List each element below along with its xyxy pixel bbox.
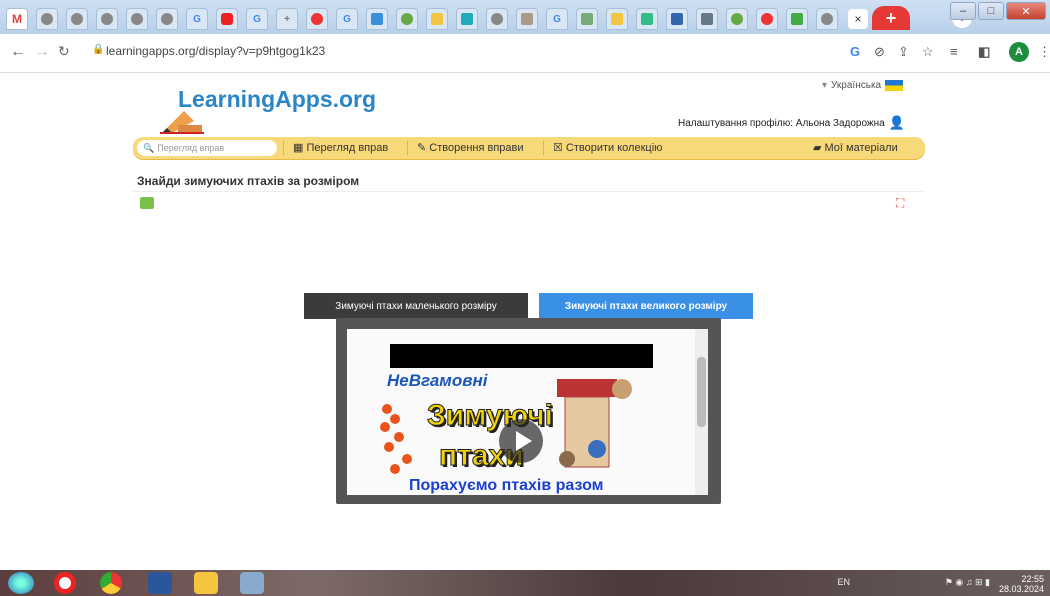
scrollbar[interactable]	[695, 329, 708, 495]
divider	[283, 141, 284, 155]
lock-icon[interactable]: 🔒	[92, 44, 104, 55]
browser-tab[interactable]	[396, 8, 418, 30]
tray-icons[interactable]: ⚑ ◉ ♫ ⊞ ▮	[945, 577, 990, 588]
tab-large-birds[interactable]: Зимуючі птахи великого розміру	[539, 293, 753, 319]
reading-list-icon[interactable]: ≡	[950, 44, 958, 59]
start-button[interactable]	[8, 572, 34, 594]
browser-tab[interactable]	[786, 8, 808, 30]
edit-icon[interactable]	[140, 197, 154, 209]
browser-tab[interactable]	[306, 8, 328, 30]
video-embed[interactable]: НеВгамовні Зимуючі птахи Порахуємо птахі…	[347, 329, 708, 495]
video-title-bar	[390, 344, 653, 368]
browser-tab[interactable]	[666, 8, 688, 30]
chrome-icon[interactable]	[100, 572, 122, 594]
browser-tab[interactable]	[156, 8, 178, 30]
video-subtitle: Порахуємо птахів разом	[409, 477, 604, 494]
user-icon: 👤	[888, 115, 905, 130]
browser-tab-strip: M G G + G G × + ⌄ – □ ✕	[0, 0, 1050, 34]
new-tab-button[interactable]: +	[872, 6, 910, 30]
nav-create-app[interactable]: ✎ Створення вправи	[417, 141, 524, 154]
browser-tab[interactable]	[66, 8, 88, 30]
search-input[interactable]: 🔍 Перегляд вправ	[137, 140, 277, 156]
nav-collection-label: Створити колекцію	[565, 142, 663, 154]
browser-tab[interactable]	[126, 8, 148, 30]
browser-tab[interactable]	[96, 8, 118, 30]
google-tab[interactable]: G	[246, 8, 268, 30]
divider	[407, 141, 408, 155]
bird-feeder-image	[557, 379, 632, 468]
taskbar: EN ⚑ ◉ ♫ ⊞ ▮ 22:55 28.03.2024	[0, 570, 1050, 596]
close-tab-icon[interactable]: ×	[848, 9, 868, 29]
browser-tab[interactable]	[486, 8, 508, 30]
window-controls: – □ ✕	[950, 2, 1046, 20]
browser-tab[interactable]	[756, 8, 778, 30]
nav-materials-label: Мої матеріали	[824, 142, 898, 154]
browser-tab[interactable]	[516, 8, 538, 30]
browser-tab[interactable]: +	[276, 8, 298, 30]
nav-browse-apps[interactable]: ▦ Перегляд вправ	[293, 141, 388, 154]
address-bar[interactable]: learningapps.org/display?v=p9htgog1k23	[106, 44, 325, 58]
opera-icon[interactable]	[54, 572, 76, 594]
app-window-icon[interactable]	[240, 572, 264, 594]
browser-toolbar: ← → ↻ 🔒 learningapps.org/display?v=p9htg…	[0, 34, 1050, 73]
play-button[interactable]	[499, 419, 543, 463]
nav-my-materials[interactable]: ▰ Мої матеріали	[813, 141, 898, 154]
gmail-tab[interactable]: M	[6, 8, 28, 30]
browser-tab[interactable]	[456, 8, 478, 30]
browser-tab[interactable]	[426, 8, 448, 30]
fullscreen-icon[interactable]: ⛶	[896, 196, 904, 211]
word-icon[interactable]	[148, 572, 172, 594]
divider	[543, 141, 544, 155]
menu-icon[interactable]: ⋮	[1038, 44, 1050, 60]
tab-small-birds[interactable]: Зимуючі птахи маленького розміру	[304, 293, 528, 319]
language-selector[interactable]: ▾ Українська	[822, 80, 904, 91]
profile-avatar[interactable]: A	[1009, 42, 1029, 62]
minimize-button[interactable]: –	[950, 2, 976, 20]
browser-tab[interactable]	[366, 8, 388, 30]
page-title: Знайди зимуючих птахів за розміром	[137, 174, 360, 188]
search-icon: 🔍	[143, 142, 155, 153]
browser-tab[interactable]	[636, 8, 658, 30]
google-tab[interactable]: G	[186, 8, 208, 30]
browser-tab[interactable]	[36, 8, 58, 30]
search-placeholder: Перегляд вправ	[157, 143, 225, 153]
google-tab[interactable]: G	[336, 8, 358, 30]
ukraine-flag-icon	[885, 80, 904, 91]
browser-tab[interactable]	[816, 8, 838, 30]
share-icon[interactable]: ⇪	[898, 44, 909, 60]
window-close-button[interactable]: ✕	[1006, 2, 1046, 20]
clock-date: 28.03.2024	[998, 584, 1044, 594]
browser-tab[interactable]	[696, 8, 718, 30]
input-language[interactable]: EN	[837, 577, 850, 587]
profile-settings-label: Налаштування профілю: Альона Задорожна	[678, 117, 885, 129]
nav-create-label: Створення вправи	[429, 142, 524, 154]
nav-create-collection[interactable]: ☒ Створити колекцію	[553, 141, 662, 154]
nav-browse-label: Перегляд вправ	[306, 142, 389, 154]
google-icon[interactable]: G	[850, 44, 860, 59]
system-clock[interactable]: 22:55 28.03.2024	[999, 574, 1044, 594]
scrollbar-thumb[interactable]	[697, 357, 706, 427]
side-panel-icon[interactable]: ◧	[978, 44, 990, 60]
maximize-button[interactable]: □	[978, 2, 1004, 20]
chevron-down-icon: ▾	[822, 80, 828, 91]
back-icon[interactable]: ←	[10, 43, 26, 61]
reload-icon[interactable]: ↻	[58, 43, 70, 60]
channel-logo-text: НеВгамовні	[387, 371, 488, 390]
browser-tab[interactable]	[576, 8, 598, 30]
browser-tab[interactable]	[726, 8, 748, 30]
clock-time: 22:55	[1021, 574, 1044, 584]
main-navbar: 🔍 Перегляд вправ ▦ Перегляд вправ ✎ Ство…	[133, 137, 925, 159]
divider	[133, 191, 925, 192]
language-label: Українська	[831, 80, 882, 91]
browser-tab[interactable]	[606, 8, 628, 30]
bookmark-star-icon[interactable]: ☆	[922, 44, 934, 60]
google-tab[interactable]: G	[546, 8, 568, 30]
logo[interactable]: LearningApps.org	[178, 86, 376, 113]
youtube-tab[interactable]	[216, 8, 238, 30]
profile-settings-link[interactable]: Налаштування профілю: Альона Задорожна 👤	[678, 115, 905, 131]
forward-icon[interactable]: →	[34, 43, 50, 61]
eye-off-icon[interactable]: ⊘	[874, 44, 885, 60]
folder-icon[interactable]	[194, 572, 218, 594]
